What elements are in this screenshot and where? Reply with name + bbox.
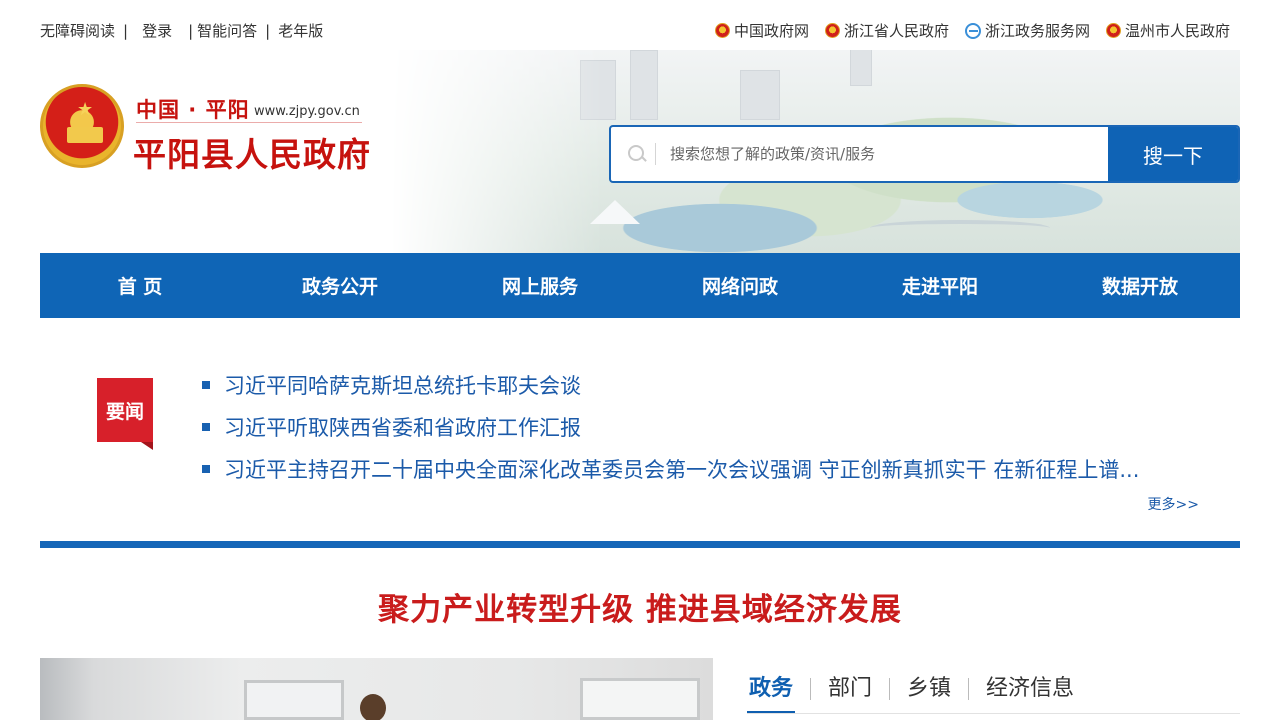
pavilion — [590, 200, 640, 224]
nav-item-government-affairs[interactable]: 政务公开 — [240, 253, 440, 318]
news-photo[interactable] — [40, 658, 713, 720]
news-title: 习近平同哈萨克斯坦总统托卡耶夫会谈 — [224, 374, 581, 398]
tab-separator — [968, 678, 970, 700]
search-icon — [611, 127, 655, 181]
globe-icon — [964, 22, 981, 39]
star-icon: ★ — [77, 99, 94, 120]
news-title: 习近平主持召开二十届中央全面深化改革委员会第一次会议强调 守正创新真抓实干 在新… — [224, 458, 1140, 482]
separator: | — [123, 21, 129, 40]
nav-item-home[interactable]: 首 页 — [40, 253, 240, 318]
login-link[interactable]: 登录 — [142, 20, 172, 41]
main-nav: 首 页 政务公开 网上服务 网络问政 走进平阳 数据开放 — [40, 253, 1240, 318]
building — [630, 50, 658, 120]
nav-item-online-services[interactable]: 网上服务 — [440, 253, 640, 318]
search-button[interactable]: 搜一下 — [1108, 127, 1238, 181]
utility-links: 无障碍阅读 | 登录 | 智能问答 | 老年版 — [40, 20, 323, 41]
feature-banner-title[interactable]: 聚力产业转型升级 推进县域经济发展 — [0, 584, 1280, 629]
news-title: 习近平听取陕西省委和省政府工作汇报 — [224, 416, 581, 440]
bullet-icon — [202, 465, 210, 473]
tab-separator — [889, 678, 891, 700]
photo-person — [360, 694, 386, 720]
ext-link-label: 浙江省人民政府 — [843, 22, 949, 40]
building — [850, 50, 872, 86]
ext-link-zhejiang-service[interactable]: 浙江政务服务网 — [964, 20, 1090, 41]
bullet-icon — [202, 381, 210, 389]
news-tabs: 政务 部门 乡镇 经济信息 — [747, 664, 1240, 720]
ext-link-wenzhou-gov[interactable]: 温州市人民政府 — [1105, 20, 1230, 41]
ext-link-zhejiang-gov[interactable]: 浙江省人民政府 — [824, 20, 949, 41]
nav-item-open-data[interactable]: 数据开放 — [1040, 253, 1240, 318]
national-emblem-icon — [824, 23, 840, 38]
nav-item-online-inquiry[interactable]: 网络问政 — [640, 253, 840, 318]
nav-item-about-pingyang[interactable]: 走进平阳 — [840, 253, 1040, 318]
news-item[interactable]: 习近平主持召开二十届中央全面深化改革委员会第一次会议强调 守正创新真抓实干 在新… — [202, 448, 1202, 490]
building — [580, 60, 616, 120]
headline-news: 要闻 习近平同哈萨克斯坦总统托卡耶夫会谈 习近平听取陕西省委和省政府工作汇报 习… — [40, 350, 1240, 525]
tab-separator — [810, 678, 812, 700]
search-input[interactable] — [656, 127, 1108, 181]
tiananmen-gate-icon — [67, 127, 103, 143]
smart-qa-link[interactable]: 智能问答 — [197, 20, 257, 41]
site-header: ★ 中国 · 平阳 www.zjpy.gov.cn 平阳县人民政府 搜一下 — [0, 50, 1280, 253]
ext-link-china-gov[interactable]: 中国政府网 — [714, 20, 809, 41]
bullet-icon — [202, 423, 210, 431]
national-emblem-icon — [714, 23, 730, 38]
news-item[interactable]: 习近平听取陕西省委和省政府工作汇报 — [202, 406, 1202, 448]
tabs-underline — [747, 713, 1240, 714]
national-emblem-icon — [1105, 23, 1121, 38]
news-list: 习近平同哈萨克斯坦总统托卡耶夫会谈 习近平听取陕西省委和省政府工作汇报 习近平主… — [202, 364, 1202, 490]
external-gov-links: 中国政府网 浙江省人民政府 浙江政务服务网 温州市人民政府 — [714, 20, 1230, 41]
news-item[interactable]: 习近平同哈萨克斯坦总统托卡耶夫会谈 — [202, 364, 1202, 406]
logo-subtitle: 中国 · 平阳 — [136, 98, 250, 122]
news-more-link[interactable]: 更多>> — [1148, 494, 1199, 514]
bridge — [870, 220, 1050, 236]
ext-link-label: 温州市人民政府 — [1124, 22, 1230, 40]
top-utility-bar: 无障碍阅读 | 登录 | 智能问答 | 老年版 中国政府网 浙江省人民政府 浙江… — [40, 18, 1240, 42]
tab-departments[interactable]: 部门 — [826, 664, 874, 714]
search-box: 搜一下 — [609, 125, 1240, 183]
separator: | — [188, 21, 194, 40]
section-divider — [40, 541, 1240, 548]
separator: | — [265, 21, 271, 40]
photo-window — [580, 678, 700, 720]
photo-window — [244, 680, 344, 720]
site-logo[interactable]: ★ 中国 · 平阳 www.zjpy.gov.cn 平阳县人民政府 — [40, 84, 400, 174]
news-badge: 要闻 — [97, 378, 153, 450]
national-emblem-icon: ★ — [40, 84, 124, 168]
logo-title: 平阳县人民政府 — [133, 135, 371, 174]
logo-url: www.zjpy.gov.cn — [254, 104, 360, 119]
logo-divider — [136, 122, 362, 123]
tab-economic-info[interactable]: 经济信息 — [984, 664, 1076, 714]
ext-link-label: 中国政府网 — [733, 22, 809, 40]
ext-link-label: 浙江政务服务网 — [984, 22, 1090, 40]
elderly-version-link[interactable]: 老年版 — [278, 20, 323, 41]
tab-government[interactable]: 政务 — [747, 664, 796, 714]
tab-townships[interactable]: 乡镇 — [905, 664, 953, 714]
accessibility-reading-link[interactable]: 无障碍阅读 — [40, 20, 115, 41]
building — [740, 70, 780, 120]
